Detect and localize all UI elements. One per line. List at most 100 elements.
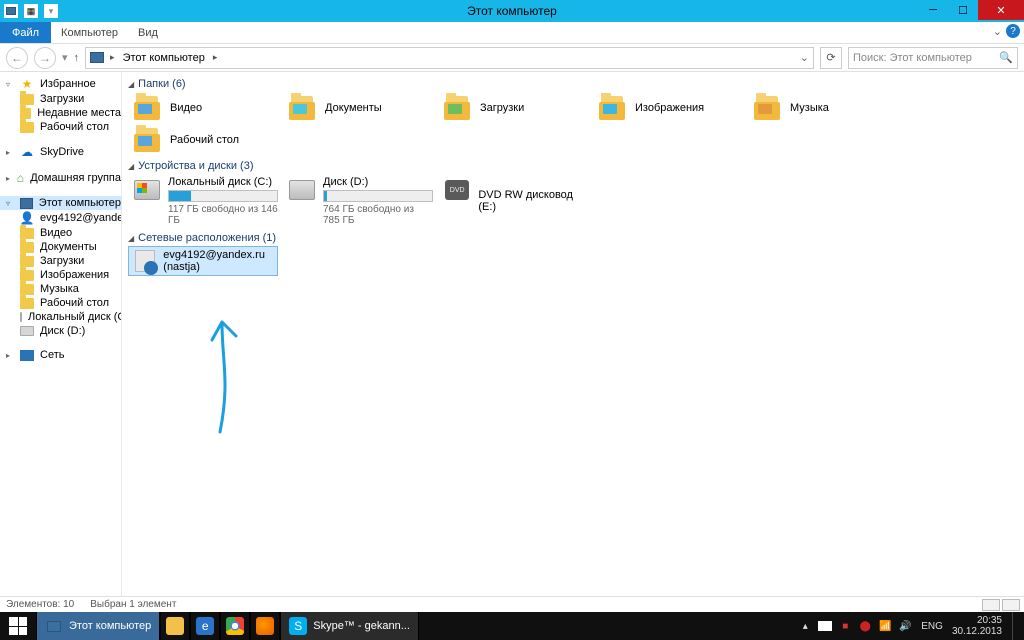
collapse-icon: ◢	[128, 162, 134, 171]
drive-dvd[interactable]: DVD DVD RW дисковод (E:)	[438, 174, 593, 228]
computer-tab[interactable]: Компьютер	[51, 22, 128, 43]
section-folders[interactable]: ◢Папки (6)	[128, 78, 1018, 90]
close-button[interactable]: ✕	[978, 0, 1024, 20]
sidebar-homegroup[interactable]: ▸⌂Домашняя группа	[0, 170, 121, 186]
folder-pictures[interactable]: Изображения	[593, 92, 748, 124]
skydrive-icon: ☁	[20, 145, 34, 159]
taskbar-item-explorer[interactable]: Этот компьютер	[36, 612, 160, 640]
network-location-item[interactable]: evg4192@yandex.ru (nastja)	[128, 246, 278, 276]
show-desktop-button[interactable]	[1012, 612, 1018, 640]
view-large-icon[interactable]	[1002, 599, 1020, 611]
qat-new-folder-icon[interactable]: ▾	[44, 4, 58, 18]
search-input[interactable]: Поиск: Этот компьютер 🔍	[848, 47, 1018, 69]
folder-icon	[134, 128, 162, 152]
network-icon	[20, 350, 34, 361]
sidebar-item-downloads[interactable]: Загрузки	[0, 92, 121, 106]
pc-icon	[20, 198, 33, 209]
tray-antivirus-icon[interactable]: ⬤	[858, 619, 872, 633]
sidebar-this-pc[interactable]: ▿Этот компьютер	[0, 196, 121, 210]
folder-downloads[interactable]: Загрузки	[438, 92, 593, 124]
sidebar-item-account[interactable]: 👤evg4192@yandex.ru (na	[0, 210, 121, 226]
refresh-button[interactable]: ⟳	[820, 47, 842, 69]
folder-documents[interactable]: Документы	[283, 92, 438, 124]
tray-action-center-icon[interactable]	[818, 619, 832, 633]
start-button[interactable]	[0, 612, 36, 640]
ribbon-expand-icon[interactable]: ⌄	[993, 25, 1002, 38]
folder-music[interactable]: Музыка	[748, 92, 903, 124]
minimize-button[interactable]: ─	[918, 0, 948, 20]
sidebar-item-recent[interactable]: Недавние места	[0, 106, 121, 120]
chevron-right-icon[interactable]: ▸	[211, 52, 220, 63]
tray-app-icon[interactable]: ■	[838, 619, 852, 633]
back-button[interactable]: ←	[6, 47, 28, 69]
drive-usage-bar	[168, 190, 278, 202]
tray-clock[interactable]: 20:35 30.12.2013	[952, 615, 1002, 637]
folder-icon	[20, 108, 31, 119]
forward-button[interactable]: →	[34, 47, 56, 69]
breadcrumb-root[interactable]: Этот компьютер	[121, 52, 207, 64]
sidebar-item-music[interactable]: Музыка	[0, 282, 121, 296]
dvd-icon: DVD	[444, 176, 470, 204]
search-placeholder: Поиск: Этот компьютер	[853, 52, 972, 64]
view-tab[interactable]: Вид	[128, 22, 168, 43]
sidebar-item-pictures[interactable]: Изображения	[0, 268, 121, 282]
breadcrumb[interactable]: ▸ Этот компьютер ▸ ⌄	[85, 47, 814, 69]
drives-row: Локальный диск (C:) 117 ГБ свободно из 1…	[128, 174, 1018, 228]
chevron-right-icon[interactable]: ▸	[108, 52, 117, 63]
taskbar-item-chrome[interactable]	[220, 612, 250, 640]
sidebar-skydrive[interactable]: ▸☁SkyDrive	[0, 144, 121, 160]
folder-videos[interactable]: Видео	[128, 92, 283, 124]
sidebar-item-desktop[interactable]: Рабочий стол	[0, 120, 121, 134]
taskbar-item-firefox[interactable]	[250, 612, 280, 640]
star-icon: ★	[20, 77, 34, 91]
sidebar-item-desktop[interactable]: Рабочий стол	[0, 296, 121, 310]
maximize-button[interactable]: ☐	[948, 0, 978, 20]
address-dropdown-icon[interactable]: ⌄	[800, 51, 809, 64]
tray-network-icon[interactable]: 📶	[878, 619, 892, 633]
sidebar-item-drive-c[interactable]: Локальный диск (C:)	[0, 310, 121, 324]
qat-properties-icon[interactable]: ▦	[24, 4, 38, 18]
help-icon[interactable]: ?	[1006, 24, 1020, 38]
main-area: ▿★Избранное Загрузки Недавние места Рабо…	[0, 72, 1024, 596]
section-drives[interactable]: ◢Устройства и диски (3)	[128, 160, 1018, 172]
folder-icon	[134, 96, 162, 120]
status-bar: Элементов: 10 Выбран 1 элемент	[0, 596, 1024, 612]
taskbar-item-ie[interactable]: e	[190, 612, 220, 640]
tray-overflow-icon[interactable]: ▴	[798, 619, 812, 633]
folder-icon	[20, 298, 34, 309]
folder-icon	[289, 96, 317, 120]
sidebar-favorites[interactable]: ▿★Избранное	[0, 76, 121, 92]
taskbar-item-folder[interactable]	[160, 612, 190, 640]
system-menu-icon[interactable]	[4, 4, 18, 18]
tray-volume-icon[interactable]: 🔊	[898, 619, 912, 633]
sidebar-network[interactable]: ▸Сеть	[0, 348, 121, 362]
chrome-icon	[226, 617, 244, 635]
sidebar-item-videos[interactable]: Видео	[0, 226, 121, 240]
navigation-pane: ▿★Избранное Загрузки Недавние места Рабо…	[0, 72, 122, 596]
sidebar-item-downloads[interactable]: Загрузки	[0, 254, 121, 268]
taskbar: Этот компьютер e SSkype™ - gekann... ▴ ■…	[0, 612, 1024, 640]
drive-d[interactable]: Диск (D:) 764 ГБ свободно из 785 ГБ	[283, 174, 438, 228]
ribbon-tabs: Файл Компьютер Вид ⌄ ?	[0, 22, 1024, 44]
up-button[interactable]: ↑	[74, 52, 80, 64]
folder-icon	[20, 122, 34, 133]
tray-language[interactable]: ENG	[918, 621, 946, 632]
drive-icon	[289, 176, 315, 204]
folder-icon	[20, 284, 34, 295]
view-details-icon[interactable]	[982, 599, 1000, 611]
sidebar-item-documents[interactable]: Документы	[0, 240, 121, 254]
folder-icon	[20, 94, 34, 105]
folder-icon	[754, 96, 782, 120]
address-bar-row: ← → ▾ ↑ ▸ Этот компьютер ▸ ⌄ ⟳ Поиск: Эт…	[0, 44, 1024, 72]
folder-icon	[599, 96, 627, 120]
taskbar-item-skype[interactable]: SSkype™ - gekann...	[280, 612, 419, 640]
sidebar-item-drive-d[interactable]: Диск (D:)	[0, 324, 121, 338]
recent-locations-icon[interactable]: ▾	[62, 51, 68, 64]
skype-icon: S	[289, 617, 307, 635]
content-pane: ◢Папки (6) Видео Документы Загрузки Изоб…	[122, 72, 1024, 596]
section-network-locations[interactable]: ◢Сетевые расположения (1)	[128, 232, 1018, 244]
drive-c[interactable]: Локальный диск (C:) 117 ГБ свободно из 1…	[128, 174, 283, 228]
file-tab[interactable]: Файл	[0, 22, 51, 43]
folder-desktop[interactable]: Рабочий стол	[128, 124, 283, 156]
windows-logo-icon	[9, 617, 27, 635]
